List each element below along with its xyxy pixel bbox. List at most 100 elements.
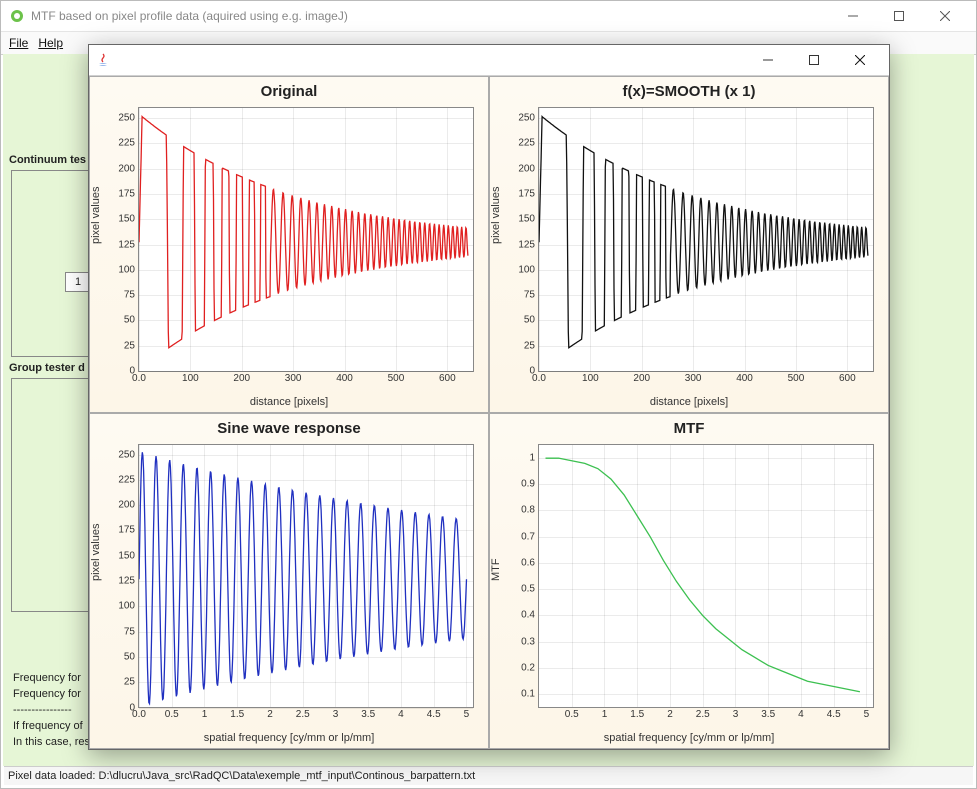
x-tick: 1.5 — [630, 709, 644, 720]
x-tick: 600 — [439, 373, 456, 384]
y-tick: 100 — [118, 601, 135, 612]
x-tick: 5 — [864, 709, 870, 720]
y-tick: 0.4 — [521, 610, 535, 621]
y-tick: 75 — [524, 290, 535, 301]
chart-close-button[interactable] — [837, 45, 883, 75]
y-tick: 225 — [518, 138, 535, 149]
chart-title: Sine wave response — [90, 420, 488, 437]
x-tick: 100 — [182, 373, 199, 384]
y-tick: 25 — [124, 677, 135, 688]
y-tick: 100 — [518, 264, 535, 275]
plot-area[interactable]: 0.01002003004005006000255075100125150175… — [138, 107, 474, 372]
chart-titlebar — [89, 45, 889, 76]
y-tick: 125 — [118, 576, 135, 587]
x-tick: 1 — [202, 709, 208, 720]
x-tick: 4.5 — [827, 709, 841, 720]
continuum-panel — [11, 170, 91, 357]
chart-title: MTF — [490, 420, 888, 437]
chart-title: f(x)=SMOOTH (x 1) — [490, 83, 888, 100]
y-tick: 0 — [129, 366, 135, 377]
y-tick: 50 — [124, 315, 135, 326]
chart-original: Original 0.01002003004005006000255075100… — [89, 76, 489, 413]
x-tick: 200 — [633, 373, 650, 384]
java-icon — [95, 52, 111, 68]
y-tick: 250 — [518, 113, 535, 124]
x-tick: 1 — [602, 709, 608, 720]
y-tick: 175 — [518, 188, 535, 199]
x-tick: 3 — [333, 709, 339, 720]
plot-area[interactable]: 0.511.522.533.544.550.10.20.30.40.50.60.… — [538, 444, 874, 709]
info-line-1: Frequency for — [13, 672, 81, 684]
y-tick: 150 — [118, 214, 135, 225]
menu-file[interactable]: File — [9, 36, 28, 50]
x-tick: 600 — [839, 373, 856, 384]
y-axis-label: pixel values — [90, 523, 102, 580]
chart-smooth: f(x)=SMOOTH (x 1) 0.01002003004005006000… — [489, 76, 889, 413]
data-line — [539, 108, 873, 371]
x-tick: 0.5 — [165, 709, 179, 720]
y-tick: 150 — [118, 550, 135, 561]
y-tick: 50 — [124, 651, 135, 662]
main-titlebar: MTF based on pixel profile data (aquired… — [1, 1, 976, 32]
y-tick: 0.2 — [521, 663, 535, 674]
app-icon — [9, 8, 25, 24]
statusbar: Pixel data loaded: D:\dlucru\Java_src\Ra… — [4, 766, 973, 785]
x-tick: 3.5 — [361, 709, 375, 720]
y-tick: 125 — [118, 239, 135, 250]
y-tick: 0.1 — [521, 689, 535, 700]
chart-panel-grid: Original 0.01002003004005006000255075100… — [89, 76, 889, 749]
y-axis-label: pixel values — [490, 187, 502, 244]
x-axis-label: spatial frequency [cy/mm or lp/mm] — [604, 732, 775, 744]
y-tick: 200 — [118, 163, 135, 174]
x-tick: 4.5 — [427, 709, 441, 720]
plot-area[interactable]: 0.01002003004005006000255075100125150175… — [538, 107, 874, 372]
y-tick: 0.3 — [521, 636, 535, 647]
minimize-button[interactable] — [830, 1, 876, 31]
group-label: Group tester d — [9, 362, 85, 374]
info-line-3: If frequency of — [13, 720, 83, 732]
y-axis-label: pixel values — [90, 187, 102, 244]
x-tick: 500 — [388, 373, 405, 384]
window-controls — [830, 1, 968, 31]
x-tick: 4 — [798, 709, 804, 720]
y-tick: 75 — [124, 290, 135, 301]
menu-help[interactable]: Help — [38, 36, 63, 50]
y-tick: 250 — [118, 113, 135, 124]
y-tick: 175 — [118, 188, 135, 199]
info-line-2: Frequency for — [13, 688, 81, 700]
x-tick: 400 — [736, 373, 753, 384]
y-tick: 0.8 — [521, 505, 535, 516]
y-tick: 50 — [524, 315, 535, 326]
y-tick: 0.6 — [521, 557, 535, 568]
x-tick: 300 — [285, 373, 302, 384]
y-axis-label: MTF — [490, 558, 502, 581]
y-tick: 0 — [129, 702, 135, 713]
y-tick: 150 — [518, 214, 535, 225]
y-tick: 225 — [118, 474, 135, 485]
maximize-button[interactable] — [876, 1, 922, 31]
data-line — [139, 445, 473, 708]
y-tick: 0.9 — [521, 478, 535, 489]
x-tick: 400 — [336, 373, 353, 384]
group-panel — [11, 378, 91, 612]
y-tick: 0 — [529, 366, 535, 377]
data-line — [539, 445, 873, 708]
plot-area[interactable]: 0.00.511.522.533.544.5502550751001251501… — [138, 444, 474, 709]
y-tick: 0.5 — [521, 584, 535, 595]
x-tick: 200 — [233, 373, 250, 384]
x-axis-label: spatial frequency [cy/mm or lp/mm] — [204, 732, 375, 744]
chart-window-controls — [745, 45, 883, 75]
y-tick: 100 — [118, 264, 135, 275]
x-axis-label: distance [pixels] — [650, 396, 728, 408]
x-tick: 3.5 — [761, 709, 775, 720]
x-tick: 2 — [267, 709, 273, 720]
data-line — [139, 108, 473, 371]
x-tick: 5 — [464, 709, 470, 720]
y-tick: 175 — [118, 525, 135, 536]
close-button[interactable] — [922, 1, 968, 31]
chart-minimize-button[interactable] — [745, 45, 791, 75]
x-tick: 2.5 — [696, 709, 710, 720]
y-tick: 75 — [124, 626, 135, 637]
chart-maximize-button[interactable] — [791, 45, 837, 75]
x-tick: 1.5 — [230, 709, 244, 720]
